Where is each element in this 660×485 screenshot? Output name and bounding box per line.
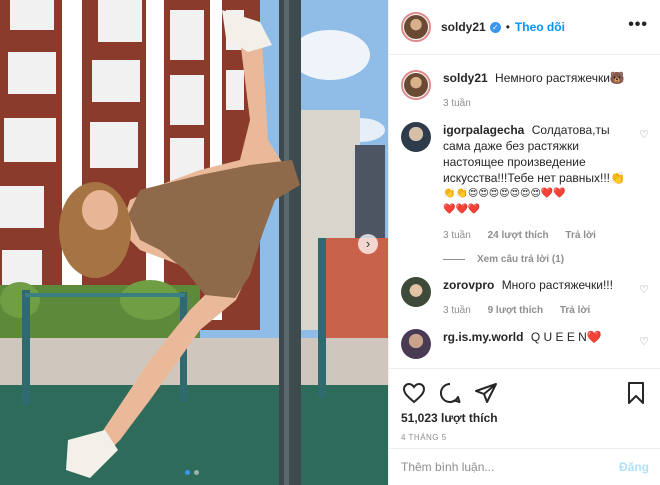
caption-username[interactable]: soldy21	[443, 71, 488, 85]
reply-button[interactable]: Trả lời	[565, 230, 595, 241]
commenter-avatar[interactable]	[401, 277, 431, 307]
comment-text: Много растяжечки!!!	[501, 278, 613, 292]
more-options-icon[interactable]: •••	[628, 16, 648, 34]
comment-emoji-line: 👏👏😍😍😍😍😍😍😍❤️❤️	[443, 188, 566, 199]
replies-line	[443, 259, 465, 260]
post-comment-button[interactable]: Đăng	[619, 460, 649, 474]
add-comment-bar: Đăng	[389, 448, 660, 485]
carousel-indicator	[185, 470, 199, 475]
comment-input[interactable]	[401, 460, 619, 474]
commenter-username[interactable]: zorovpro	[443, 278, 494, 292]
carousel-dot-active	[185, 470, 190, 475]
comment-text: Q U E E N❤️	[530, 330, 602, 344]
action-icons-row	[401, 377, 649, 409]
carousel-dot	[194, 470, 199, 475]
comment-meta: 3 tuần 9 lượt thích Trả lời	[443, 303, 627, 319]
comment-meta: 3 tuần 24 lượt thích Trả lời	[443, 228, 627, 244]
comment-item: igorpalagecha Солдатова,ты сама даже без…	[401, 122, 649, 244]
author-avatar[interactable]	[401, 12, 431, 42]
comment-like-heart-icon[interactable]: ♡	[639, 128, 649, 141]
separator-dot: •	[505, 20, 510, 34]
comment-likes[interactable]: 9 lượt thích	[488, 305, 543, 316]
comment-time[interactable]: 3 tuần	[443, 305, 471, 316]
verified-badge-icon: ✓	[489, 21, 501, 33]
comment-item: zorovpro Много растяжечки!!! 3 tuần 9 lư…	[401, 277, 649, 319]
instagram-post: › soldy21 ✓ • Theo dõi ••• soldy21 Немно…	[0, 0, 660, 485]
caption-time[interactable]: 3 tuần	[443, 98, 471, 109]
post-header: soldy21 ✓ • Theo dõi •••	[389, 0, 660, 55]
caption-meta: 3 tuần	[443, 96, 627, 112]
share-send-icon[interactable]	[473, 380, 499, 406]
like-heart-icon[interactable]	[401, 380, 427, 406]
photo-illustration	[0, 0, 388, 485]
comment-like-heart-icon[interactable]: ♡	[639, 283, 649, 296]
likes-count[interactable]: 51,023 lượt thích	[401, 411, 649, 425]
bookmark-icon[interactable]	[623, 380, 649, 406]
comments-list[interactable]: soldy21 Немного растяжечки🐻 3 tuần igorp…	[389, 56, 660, 368]
commenter-username[interactable]: rg.is.my.world	[443, 330, 523, 344]
follow-button[interactable]: Theo dõi	[515, 20, 565, 34]
post-side-panel: soldy21 ✓ • Theo dõi ••• soldy21 Немного…	[388, 0, 660, 485]
comment-item: rg.is.my.world Q U E E N❤️ ♡	[401, 329, 649, 359]
post-photo[interactable]: ›	[0, 0, 388, 485]
commenter-avatar[interactable]	[401, 122, 431, 152]
comment-bubble-icon[interactable]	[437, 380, 463, 406]
post-date[interactable]: 4 THÁNG 5	[401, 433, 649, 442]
caption-avatar[interactable]	[401, 70, 431, 100]
post-actions: 51,023 lượt thích 4 THÁNG 5	[389, 368, 660, 442]
comment-emoji-line: ❤️❤️❤️	[443, 204, 481, 215]
caption-text: Немного растяжечки🐻	[495, 71, 625, 85]
comment-likes[interactable]: 24 lượt thích	[488, 230, 549, 241]
comment-time[interactable]: 3 tuần	[443, 230, 471, 241]
next-photo-button[interactable]: ›	[358, 234, 378, 254]
view-replies-label: Xem câu trả lời (1)	[477, 254, 565, 265]
commenter-avatar[interactable]	[401, 329, 431, 359]
caption: soldy21 Немного растяжечки🐻 3 tuần	[401, 70, 649, 112]
reply-button[interactable]: Trả lời	[560, 305, 590, 316]
view-replies-button[interactable]: Xem câu trả lời (1)	[443, 254, 649, 265]
author-username[interactable]: soldy21	[441, 20, 486, 34]
comment-like-heart-icon[interactable]: ♡	[639, 335, 649, 348]
commenter-username[interactable]: igorpalagecha	[443, 123, 524, 137]
